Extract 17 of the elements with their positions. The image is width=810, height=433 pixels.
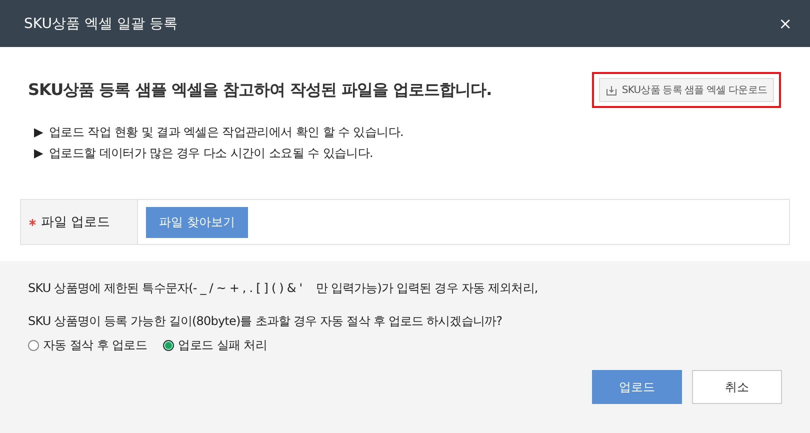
radio-label: 업로드 실패 처리 — [178, 337, 268, 354]
note-text: 업로드할 데이터가 많은 경우 다소 시간이 소요될 수 있습니다. — [48, 146, 374, 160]
note-text: 업로드 작업 현황 및 결과 엑셀은 작업관리에서 확인 할 수 있습니다. — [48, 125, 404, 139]
cancel-button[interactable]: 취소 — [692, 370, 782, 404]
download-button[interactable]: SKU상품 등록 샘플 엑셀 다운로드 — [598, 78, 774, 102]
bullet-icon: ▶ — [34, 125, 43, 139]
window-title: SKU상품 엑셀 일괄 등록 — [24, 14, 178, 32]
message-text: SKU 상품명에 제한된 특수문자(- _ / ~ + , . [ ] ( ) & ' 만 입력가능)가 입력된 경우 자동 제외처리, — [28, 280, 539, 297]
radio-button[interactable] — [163, 340, 174, 351]
bullet-icon: ▶ — [34, 146, 43, 160]
download-icon — [606, 84, 617, 96]
radio-label: 자동 절삭 후 업로드 — [43, 337, 148, 354]
heading: SKU상품 등록 샘플 엑셀을 참고하여 작성된 파일을 업로드합니다. — [28, 80, 492, 100]
field-label: 파일 업로드 — [41, 214, 110, 231]
radio-button[interactable] — [28, 340, 39, 351]
message-text: SKU 상품명이 등록 가능한 길이(80byte)를 초과할 경우 자동 절삭 후 업로드 하시겠습니까? — [28, 313, 504, 330]
close-button[interactable]: × — [778, 14, 792, 33]
